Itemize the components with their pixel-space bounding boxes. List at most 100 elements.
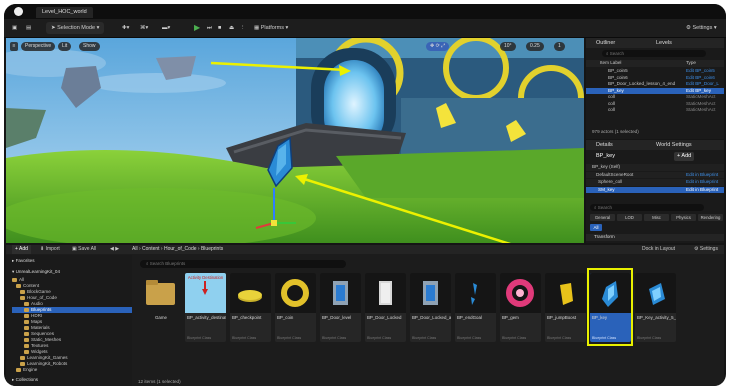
breadcrumb-item[interactable]: Blueprints <box>201 246 223 252</box>
details-search[interactable]: ⌕ Search <box>590 204 704 211</box>
project-header[interactable]: ▾ UnrealLearningKit_04 <box>12 269 60 275</box>
cb-settings-button[interactable]: ⚙ Settings <box>694 245 718 254</box>
tree-item-label: Content <box>23 283 40 288</box>
cb-status: 12 items (1 selected) <box>138 379 181 384</box>
snap-scale-value: 0.25 <box>530 43 540 49</box>
add-component-button[interactable]: + Add <box>674 152 695 161</box>
step-icon[interactable]: ⏭ <box>207 22 212 34</box>
breadcrumb-item[interactable]: Hour_of_Code <box>164 246 197 252</box>
outliner-tab[interactable]: Outliner <box>596 38 615 48</box>
component-action[interactable]: Edit in Blueprint <box>686 187 718 194</box>
content-icon[interactable]: ▤ <box>26 22 31 34</box>
asset-search[interactable]: ⌕ Search Blueprints <box>140 260 346 268</box>
tree-item-label: Static_Meshes <box>31 337 62 342</box>
filter-rendering[interactable]: Rendering <box>698 214 723 221</box>
asset-tile[interactable]: BP_Door_Locked_activity_4_end Blueprint C… <box>410 273 451 342</box>
details-search-placeholder: Search <box>597 205 613 210</box>
outliner-panel: Outliner Levels ⌕ Search Item Label Type… <box>586 38 724 139</box>
folder-icon <box>24 314 29 318</box>
details-object-row: BP_key + Add <box>586 152 724 161</box>
favorites-header[interactable]: ▸ Favorites <box>12 258 35 264</box>
outliner-row-type[interactable]: StaticMeshAct <box>686 107 724 114</box>
platforms-dropdown[interactable]: ▦ Platforms ▾ <box>254 22 288 34</box>
tree-item-label: Engine <box>23 367 38 372</box>
asset-tile[interactable]: Game <box>140 273 181 342</box>
selection-mode-dropdown[interactable]: ➤ Selection Mode ▾ <box>46 22 105 34</box>
folder-icon <box>24 350 29 354</box>
asset-tile[interactable]: BP_jumpBoost Blueprint Class <box>545 273 586 342</box>
asset-tile[interactable]: BP_Door_Locked Blueprint Class <box>365 273 406 342</box>
tree-item[interactable]: Engine <box>12 367 132 373</box>
snap-angle[interactable]: 10° <box>500 42 516 51</box>
filter-misc[interactable]: Misc <box>644 214 669 221</box>
asset-tile[interactable]: BP_Key_activity_5_end Blueprint Class <box>635 273 676 342</box>
collections-header[interactable]: ▸ Collections <box>12 377 38 383</box>
settings-dropdown[interactable]: ⚙ Settings ▾ <box>686 22 717 34</box>
component-row[interactable]: SM_key Edit in Blueprint <box>586 186 724 194</box>
filter-lod[interactable]: LOD <box>617 214 642 221</box>
cb-toolbar: + Add ⬇ Import ▣ Save All ◀ ▶ All › Cont… <box>6 245 724 254</box>
outliner-search[interactable]: ⌕ Search <box>602 50 706 57</box>
camera-speed[interactable]: 1 <box>554 42 565 51</box>
filter-physics[interactable]: Physics <box>671 214 696 221</box>
col-type[interactable]: Type <box>686 60 696 67</box>
transform-tools[interactable]: ✥ ⟳ ⤢ <box>426 42 450 51</box>
snap-scale[interactable]: 0.25 <box>526 42 544 51</box>
viewport-menu-icon[interactable]: ≡ <box>10 42 18 51</box>
snap-angle-value: 10° <box>504 43 512 49</box>
asset-tile[interactable]: BP_gem Blueprint Class <box>500 273 541 342</box>
breadcrumb-item[interactable]: Content <box>142 246 160 252</box>
component-action[interactable]: Edit in Blueprint <box>686 172 718 179</box>
component-action[interactable]: Edit in Blueprint <box>686 179 718 186</box>
dock-layout-button[interactable]: Dock in Layout <box>642 245 675 254</box>
asset-tile[interactable]: BP_Door_level Blueprint Class <box>320 273 361 342</box>
nav-back-icon[interactable]: ◀ ▶ <box>110 245 119 254</box>
asset-tile[interactable]: BP_checkpoint Blueprint Class <box>230 273 271 342</box>
outliner-list: BP_coin5 Edit BP_coin5 BP_coin6 Edit BP_coi… <box>586 68 724 114</box>
lit-button[interactable]: Lit <box>58 42 72 51</box>
selection-mode-label: Selection Mode <box>57 25 96 31</box>
add-actor-icon[interactable]: ✚▾ <box>122 22 129 34</box>
save-all-button[interactable]: ▣ Save All <box>72 245 96 254</box>
details-tab[interactable]: Details <box>596 140 613 150</box>
tree-item-label: Sequences <box>31 331 54 336</box>
asset-tile[interactable]: BP_coin Blueprint Class <box>275 273 316 342</box>
asset-tile[interactable]: Activity Destination BP_activity_destinat… <box>185 273 226 342</box>
main-toolbar: ▣ ▤ ➤ Selection Mode ▾ ✚▾ ⌘▾ ▬▾ ▶ ⏭ ■ ⏏ … <box>4 19 726 38</box>
perspective-button[interactable]: Perspective <box>21 42 56 51</box>
breadcrumb: All › Content › Hour_of_Code › Blueprint… <box>132 245 223 254</box>
play-button[interactable]: ▶ <box>194 22 200 34</box>
cb-add-button[interactable]: + Add <box>12 245 31 254</box>
asset-thumbnail <box>500 273 541 313</box>
asset-thumbnail <box>455 273 496 313</box>
component-label: BP_key (Self) <box>592 164 621 169</box>
world-settings-tab[interactable]: World Settings <box>656 140 692 150</box>
blueprint-icon[interactable]: ⌘▾ <box>140 22 148 34</box>
transform-section[interactable]: Transform <box>586 234 724 241</box>
outliner-row[interactable]: coll StaticMeshAct <box>586 107 724 114</box>
asset-name: BP_Key_activity_5_end <box>637 315 676 320</box>
level-tab[interactable]: Level_HOC_world <box>36 7 93 18</box>
cinematics-icon[interactable]: ▬▾ <box>162 22 170 34</box>
save-icon[interactable]: ▣ <box>12 22 17 34</box>
asset-tile[interactable]: BP_endGoal Blueprint Class <box>455 273 496 342</box>
eject-icon[interactable]: ⏏ <box>229 22 234 34</box>
filter-general[interactable]: General <box>590 214 615 221</box>
level-viewport[interactable]: ≡ Perspective Lit Show ✥ ⟳ ⤢ 10° 0.25 1 <box>6 38 584 243</box>
asset-name: BP_Door_Locked_activity_4_end <box>412 315 451 320</box>
more-icon[interactable]: ⋮ <box>240 22 246 34</box>
tree-item-label: All <box>19 277 25 282</box>
tree-item-label: Materials <box>31 325 50 330</box>
filter-all-label: All <box>593 225 599 230</box>
asset-name: BP_checkpoint <box>232 315 262 320</box>
tree-item-label: LearningKit_Robots <box>27 361 68 366</box>
levels-tab[interactable]: Levels <box>656 38 672 48</box>
component-row[interactable]: DefaultSceneRoot Edit in Blueprint <box>586 171 724 179</box>
filter-all[interactable]: All <box>590 224 602 231</box>
stop-icon[interactable]: ■ <box>218 22 221 34</box>
show-button[interactable]: Show <box>79 42 100 51</box>
component-row[interactable]: Sphere_coll Edit in Blueprint <box>586 179 724 186</box>
component-row[interactable]: BP_key (Self) <box>586 164 724 171</box>
import-button[interactable]: ⬇ Import <box>40 245 60 254</box>
col-item-label[interactable]: Item Label <box>600 60 621 67</box>
